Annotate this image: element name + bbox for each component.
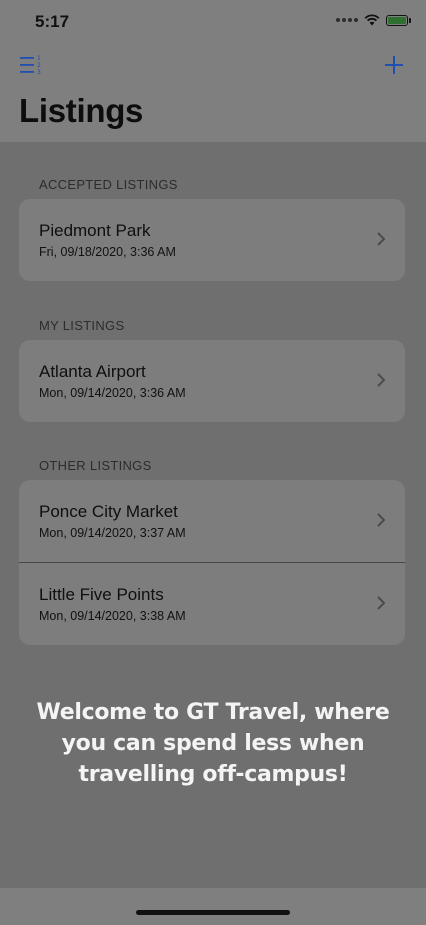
battery-icon	[386, 14, 411, 26]
listing-name: Little Five Points	[39, 585, 164, 604]
welcome-line-2: you can spend less when	[61, 731, 365, 756]
listing-date: Mon, 09/14/2020, 3:38 AM	[39, 609, 186, 623]
welcome-line-3: travelling off-campus!	[78, 762, 348, 787]
listing-name: Ponce City Market	[39, 502, 178, 521]
list-numbered-icon[interactable]: 1 2 3	[20, 55, 44, 75]
cellular-signal-icon	[336, 18, 358, 22]
section-header-accepted: ACCEPTED LISTINGS	[39, 177, 178, 192]
listing-name: Atlanta Airport	[39, 362, 146, 381]
svg-text:3: 3	[37, 69, 41, 75]
card-other: Ponce City Market Mon, 09/14/2020, 3:37 …	[19, 480, 405, 645]
list-item[interactable]: Little Five Points Mon, 09/14/2020, 3:38…	[19, 562, 405, 645]
list-item[interactable]: Piedmont Park Fri, 09/18/2020, 3:36 AM	[19, 199, 405, 281]
card-my: Atlanta Airport Mon, 09/14/2020, 3:36 AM	[19, 340, 405, 422]
chevron-right-icon	[377, 373, 385, 387]
listing-date: Fri, 09/18/2020, 3:36 AM	[39, 245, 176, 259]
plus-icon[interactable]	[384, 55, 404, 75]
bottom-bar	[0, 888, 426, 925]
svg-text:2: 2	[37, 62, 41, 69]
section-header-my: MY LISTINGS	[39, 318, 125, 333]
welcome-overlay-text: Welcome to GT Travel, where you can spen…	[0, 697, 426, 790]
page-title: Listings	[19, 92, 144, 129]
list-item[interactable]: Atlanta Airport Mon, 09/14/2020, 3:36 AM	[19, 340, 405, 422]
card-accepted: Piedmont Park Fri, 09/18/2020, 3:36 AM	[19, 199, 405, 281]
welcome-line-1: Welcome to GT Travel, where	[36, 700, 390, 725]
svg-text:1: 1	[37, 55, 41, 62]
listing-date: Mon, 09/14/2020, 3:36 AM	[39, 386, 186, 400]
chevron-right-icon	[377, 232, 385, 246]
chevron-right-icon	[377, 596, 385, 610]
chevron-right-icon	[377, 513, 385, 527]
section-header-other: OTHER LISTINGS	[39, 458, 152, 473]
home-indicator[interactable]	[136, 910, 290, 915]
listing-date: Mon, 09/14/2020, 3:37 AM	[39, 526, 186, 540]
navigation-header: 5:17 1 2 3 Listings	[0, 0, 426, 142]
listing-name: Piedmont Park	[39, 221, 151, 240]
status-time: 5:17	[35, 12, 70, 31]
list-item[interactable]: Ponce City Market Mon, 09/14/2020, 3:37 …	[19, 480, 405, 562]
status-indicators	[336, 14, 411, 26]
wifi-icon	[364, 14, 380, 26]
